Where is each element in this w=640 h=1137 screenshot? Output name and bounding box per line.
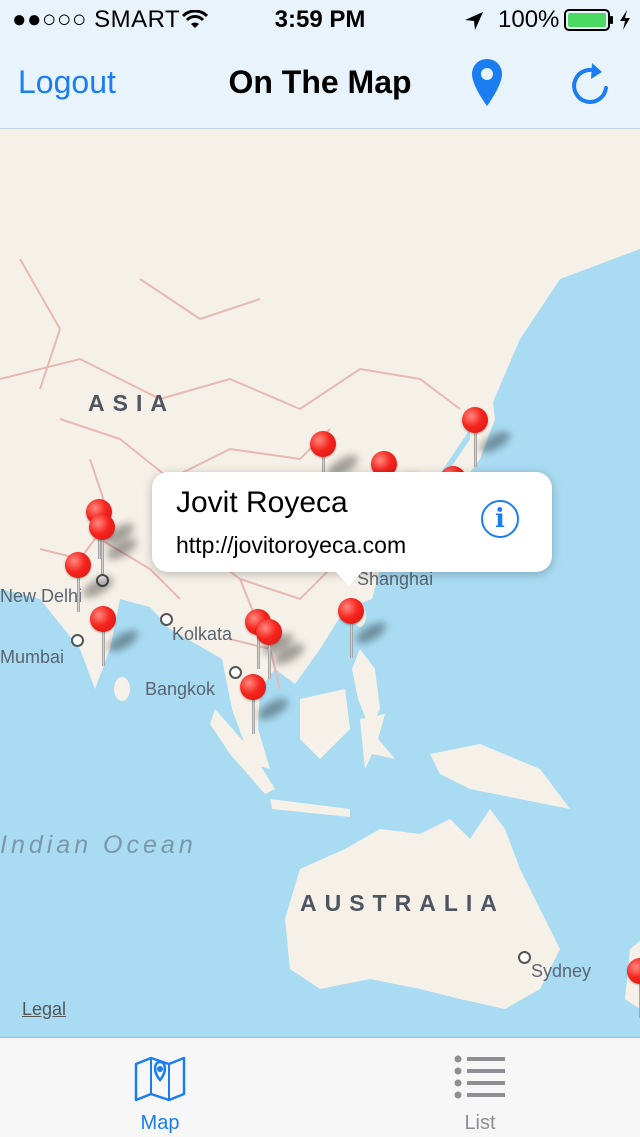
pin-needle (350, 622, 353, 658)
map-pin[interactable] (89, 514, 141, 574)
map-icon (134, 1056, 186, 1102)
tab-list-label: List (464, 1112, 496, 1134)
location-pin-icon[interactable] (471, 58, 503, 108)
tab-map[interactable]: Map (60, 1038, 260, 1137)
bangkok-label: Bangkok (145, 679, 216, 699)
sydney-label: Sydney (531, 961, 592, 981)
page-title: On The Map (228, 64, 412, 100)
pin-head (90, 606, 116, 632)
pin-head (310, 431, 336, 457)
pin-needle (77, 576, 80, 612)
tab-map-label: Map (140, 1112, 180, 1134)
pin-head (627, 958, 640, 984)
legal-link[interactable]: Legal (22, 999, 66, 1020)
pin-needle (101, 538, 104, 574)
battery-percent: 100% (498, 6, 560, 33)
battery-icon (564, 9, 613, 31)
kolkata-label: Kolkata (172, 624, 233, 644)
map-view[interactable]: ASIA New Delhi Mumbai Kolkata Bangkok Sh… (0, 129, 640, 1037)
info-icon[interactable]: i (481, 500, 519, 538)
pin-needle (252, 698, 255, 734)
pin-needle (102, 630, 105, 666)
shanghai-label: Shanghai (357, 569, 434, 589)
pin-callout[interactable]: Jovit Royeca http://jovitoroyeca.com i (152, 472, 552, 586)
tab-bar: Map List (0, 1037, 640, 1137)
indian-ocean-label: Indian Ocean (0, 831, 197, 859)
refresh-icon[interactable] (568, 60, 612, 106)
australia-label: AUSTRALIA (300, 890, 505, 916)
charging-bolt-icon (620, 10, 630, 30)
pin-needle (268, 643, 271, 679)
pin-head (89, 514, 115, 540)
map-pin[interactable] (462, 407, 514, 467)
callout-url: http://jovitoroyeca.com (176, 532, 407, 558)
pin-needle (474, 431, 477, 467)
tab-list[interactable]: List (380, 1038, 580, 1137)
pin-head (338, 598, 364, 624)
pin-head (462, 407, 488, 433)
map-pin[interactable] (338, 598, 390, 658)
status-bar: ●●○○○ SMART 3:59 PM 100% (0, 0, 640, 40)
pin-head (256, 619, 282, 645)
callout-name: Jovit Royeca (176, 486, 348, 519)
location-arrow-icon (465, 12, 483, 30)
navigation-bar: Logout On The Map (0, 40, 640, 129)
pin-head (240, 674, 266, 700)
map-pin[interactable] (90, 606, 142, 666)
map-pin[interactable] (256, 619, 308, 679)
list-icon (454, 1055, 505, 1099)
map-pin[interactable] (240, 674, 292, 734)
mumbai-label: Mumbai (0, 647, 65, 667)
mumbai-dot (71, 634, 84, 647)
pin-head (65, 552, 91, 578)
map-pin[interactable] (65, 552, 117, 612)
sydney-dot (518, 951, 531, 964)
kolkata-dot (160, 613, 173, 626)
map-pin[interactable] (627, 958, 640, 1018)
asia-label: ASIA (88, 390, 175, 416)
